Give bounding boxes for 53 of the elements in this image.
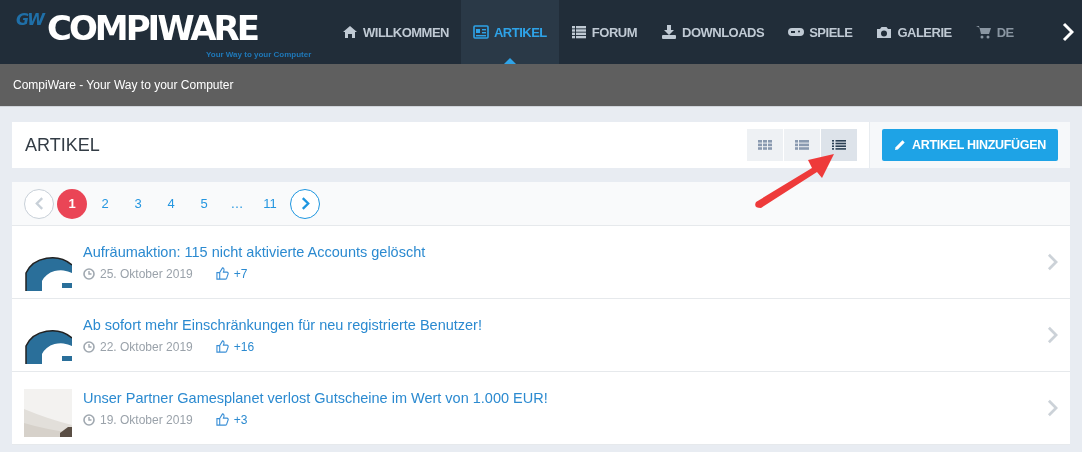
view-toggle[interactable] bbox=[821, 129, 857, 161]
chevron-right-icon bbox=[300, 197, 310, 210]
add-article-button[interactable]: ARTIKEL HINZUFÜGEN bbox=[882, 129, 1058, 161]
like-count: +7 bbox=[233, 266, 248, 281]
nav-tab[interactable]: GALERIE bbox=[864, 0, 964, 64]
grid-icon bbox=[758, 140, 772, 150]
page-link[interactable]: 1 bbox=[57, 188, 87, 219]
nav-tab[interactable]: ARTIKEL bbox=[461, 0, 559, 64]
gamepad-icon bbox=[788, 25, 805, 39]
site-slogan: CompiWare - Your Way to your Computer bbox=[13, 78, 234, 92]
like-count: +16 bbox=[233, 339, 255, 354]
article-date: 22. Oktober 2019 bbox=[100, 339, 193, 354]
pencil-icon bbox=[894, 139, 906, 151]
thumbs-up-icon bbox=[215, 413, 229, 426]
logo-slogan: Your Way to your Computer bbox=[206, 50, 312, 60]
page-link[interactable]: 4 bbox=[156, 188, 186, 219]
logo-mark: GW bbox=[16, 10, 43, 29]
page-ellipsis: … bbox=[229, 195, 245, 213]
nav-tab[interactable]: DE bbox=[963, 0, 1014, 64]
article-date: 25. Oktober 2019 bbox=[100, 266, 193, 281]
thumbs-up-icon bbox=[215, 267, 229, 280]
download-icon bbox=[661, 25, 677, 39]
newspaper-icon bbox=[473, 25, 489, 39]
clock-icon bbox=[83, 340, 95, 353]
clock-icon bbox=[83, 413, 95, 426]
view-toggle[interactable] bbox=[747, 129, 783, 161]
list-icon bbox=[570, 25, 587, 39]
page-link[interactable]: 3 bbox=[123, 188, 153, 219]
article-title-link[interactable]: Unser Partner Gamesplanet verlost Gutscheine im Wert von 1.000 EUR! bbox=[83, 389, 1036, 406]
page-link[interactable]: 11 bbox=[255, 188, 285, 219]
section-title: ARTIKEL bbox=[25, 134, 100, 156]
article-title-link[interactable]: Aufräumaktion: 115 nicht aktivierte Accounts gelöscht bbox=[83, 243, 1036, 260]
nav-tab[interactable]: DOWNLOADS bbox=[649, 0, 777, 64]
nav-tab[interactable]: FORUM bbox=[558, 0, 649, 64]
cart-icon bbox=[975, 25, 992, 39]
next-page-button[interactable] bbox=[290, 188, 320, 219]
list-icon bbox=[795, 140, 809, 150]
article-title-link[interactable]: Ab sofort mehr Einschränkungen für neu registrierte Benutzer! bbox=[83, 316, 1036, 333]
previous-page-button[interactable] bbox=[24, 188, 54, 219]
logo-name[interactable]: COMPIWARE bbox=[47, 9, 257, 47]
thumbs-up-icon bbox=[215, 340, 229, 353]
camera-icon bbox=[876, 25, 893, 39]
list-icon bbox=[832, 140, 846, 150]
like-count: +3 bbox=[233, 412, 248, 427]
nav-tab[interactable]: WILLKOMMEN bbox=[330, 0, 461, 64]
chevron-left-icon bbox=[34, 197, 44, 210]
home-icon bbox=[342, 25, 358, 39]
nav-tab[interactable]: SPIELE bbox=[776, 0, 865, 64]
article-date: 19. Oktober 2019 bbox=[100, 412, 193, 427]
page-link[interactable]: 5 bbox=[189, 188, 219, 219]
view-toggle[interactable] bbox=[784, 129, 820, 161]
page-link[interactable]: 2 bbox=[90, 188, 120, 219]
clock-icon bbox=[83, 267, 95, 280]
